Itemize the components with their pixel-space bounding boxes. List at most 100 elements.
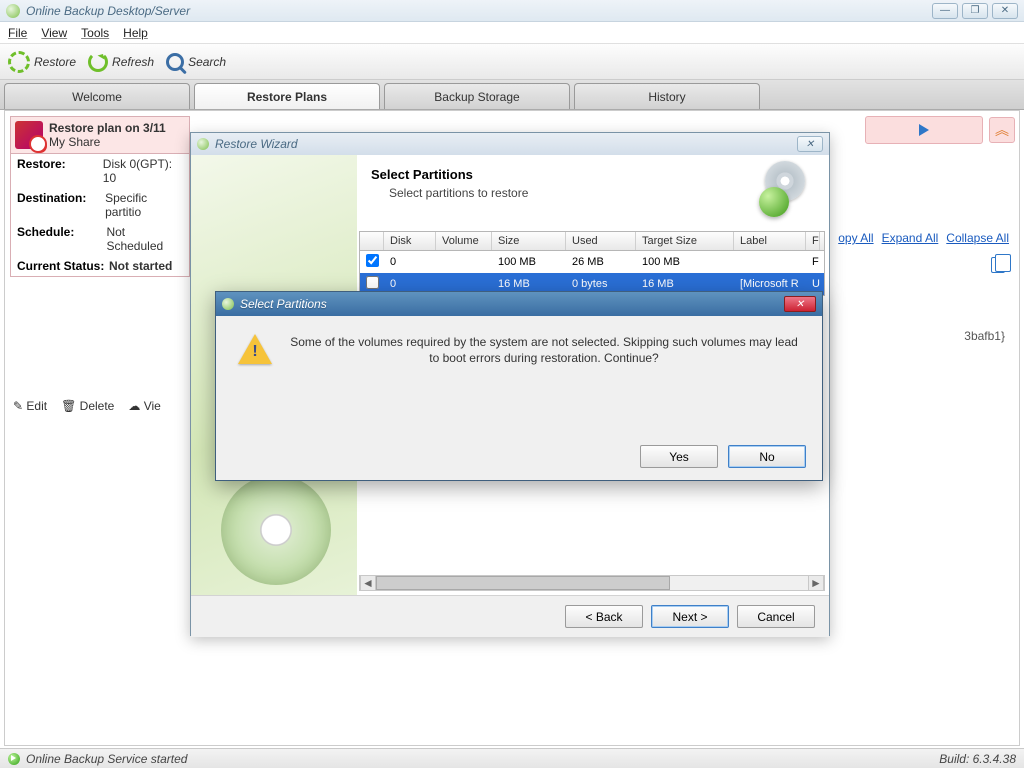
delete-button[interactable]: 🗑 Delete (61, 399, 114, 413)
cell-used: 26 MB (566, 253, 636, 271)
wizard-heading: Select Partitions (371, 167, 815, 182)
restore-icon (8, 51, 30, 73)
edit-button[interactable]: ✎ Edit (13, 399, 47, 413)
error-badge-icon: ✖ (33, 139, 47, 153)
view-label: Vie (144, 399, 161, 413)
run-button[interactable] (865, 116, 983, 144)
horizontal-scrollbar[interactable]: ◄ ► (359, 575, 825, 591)
close-button[interactable]: ✕ (992, 3, 1018, 19)
right-action-bar: ︽ (865, 116, 1015, 144)
delete-label: Delete (80, 399, 115, 413)
tool-restore[interactable]: Restore (8, 51, 76, 73)
wizard-logo (757, 161, 813, 217)
tool-search-label: Search (188, 55, 226, 69)
scroll-thumb[interactable] (376, 576, 670, 590)
cell-size: 100 MB (492, 253, 566, 271)
menu-file[interactable]: File (8, 26, 27, 40)
col-size[interactable]: Size (492, 232, 566, 250)
plan-details: Restore:Disk 0(GPT): 10 Destination:Spec… (11, 153, 189, 276)
wizard-titlebar[interactable]: Restore Wizard ✕ (191, 133, 829, 155)
play-icon (919, 124, 929, 136)
scroll-right-icon[interactable]: ► (808, 576, 824, 590)
col-used[interactable]: Used (566, 232, 636, 250)
menu-tools[interactable]: Tools (81, 26, 109, 40)
partition-table: Disk Volume Size Used Target Size Label … (359, 231, 825, 296)
menu-help[interactable]: Help (123, 26, 148, 40)
plan-card[interactable]: ✖ Restore plan on 3/11 My Share Restore:… (10, 116, 190, 277)
plan-sched-key: Schedule: (17, 225, 106, 253)
wizard-close-button[interactable]: ✕ (797, 136, 823, 152)
wizard-footer: < Back Next > Cancel (191, 595, 829, 637)
dialog-titlebar[interactable]: Select Partitions ✕ (216, 292, 822, 316)
menu-view[interactable]: View (41, 26, 67, 40)
cell-vol (436, 259, 492, 265)
maximize-button[interactable]: ❐ (962, 3, 988, 19)
tab-welcome-label: Welcome (72, 90, 122, 104)
plan-subtitle: My Share (49, 135, 166, 149)
status-text: Online Backup Service started (26, 752, 187, 766)
col-f[interactable]: F (806, 232, 820, 250)
tool-restore-label: Restore (34, 55, 76, 69)
wizard-app-icon (197, 138, 209, 150)
cell-vol (436, 281, 492, 287)
cancel-label: Cancel (757, 610, 794, 624)
plan-status-val: Not started (109, 259, 172, 273)
collapse-toggle[interactable]: ︽ (989, 117, 1015, 143)
col-label[interactable]: Label (734, 232, 806, 250)
view-button[interactable]: ☁ Vie (128, 399, 160, 413)
window-controls: — ❐ ✕ (932, 3, 1018, 19)
plan-restore-val: Disk 0(GPT): 10 (103, 157, 183, 185)
disc-icon (221, 475, 331, 585)
expand-all-link[interactable]: Expand All (882, 231, 939, 245)
row-checkbox[interactable] (366, 276, 379, 289)
scroll-left-icon[interactable]: ◄ (360, 576, 376, 590)
right-links: opy All Expand All Collapse All (838, 231, 1009, 245)
dialog-app-icon (222, 298, 234, 310)
windows-icon: ✖ (15, 121, 43, 149)
tab-restore-plans[interactable]: Restore Plans (194, 83, 380, 109)
tabbar: Welcome Restore Plans Backup Storage His… (0, 80, 1024, 110)
no-button[interactable]: No (728, 445, 806, 468)
plan-status-key: Current Status: (17, 259, 109, 273)
cancel-button[interactable]: Cancel (737, 605, 815, 628)
app-title: Online Backup Desktop/Server (26, 4, 190, 18)
tab-history[interactable]: History (574, 83, 760, 109)
tab-history-label: History (648, 90, 685, 104)
yes-label: Yes (669, 450, 689, 464)
tool-refresh[interactable]: Refresh (88, 52, 154, 72)
cell-label (734, 259, 806, 265)
guid-fragment: 3bafb1} (964, 329, 1005, 343)
plan-header: ✖ Restore plan on 3/11 My Share (11, 117, 189, 153)
search-icon (166, 53, 184, 71)
collapse-all-link[interactable]: Collapse All (946, 231, 1009, 245)
titlebar: Online Backup Desktop/Server — ❐ ✕ (0, 0, 1024, 22)
table-row[interactable]: 0 100 MB 26 MB 100 MB F (360, 251, 824, 273)
next-button[interactable]: Next > (651, 605, 729, 628)
col-volume[interactable]: Volume (436, 232, 492, 250)
tab-backup-storage[interactable]: Backup Storage (384, 83, 570, 109)
back-label: < Back (585, 610, 622, 624)
dialog-footer: Yes No (640, 445, 806, 468)
back-button[interactable]: < Back (565, 605, 643, 628)
partition-table-header: Disk Volume Size Used Target Size Label … (360, 232, 824, 251)
plan-actions: ✎ Edit 🗑 Delete ☁ Vie (13, 399, 161, 413)
tool-search[interactable]: Search (166, 53, 226, 71)
toolbar: Restore Refresh Search (0, 44, 1024, 80)
edit-label: Edit (26, 399, 47, 413)
copy-all-link[interactable]: opy All (838, 231, 873, 245)
col-target[interactable]: Target Size (636, 232, 734, 250)
tab-backup-storage-label: Backup Storage (434, 90, 519, 104)
row-checkbox[interactable] (366, 254, 379, 267)
copy-icon[interactable] (991, 257, 1005, 273)
status-indicator-icon (8, 753, 20, 765)
col-disk[interactable]: Disk (384, 232, 436, 250)
cell-disk: 0 (384, 253, 436, 271)
dialog-close-button[interactable]: ✕ (784, 296, 816, 312)
orb-icon (759, 187, 789, 217)
build-label: Build: 6.3.4.38 (939, 752, 1016, 766)
tool-refresh-label: Refresh (112, 55, 154, 69)
minimize-button[interactable]: — (932, 3, 958, 19)
yes-button[interactable]: Yes (640, 445, 718, 468)
tab-welcome[interactable]: Welcome (4, 83, 190, 109)
menubar: File View Tools Help (0, 22, 1024, 44)
